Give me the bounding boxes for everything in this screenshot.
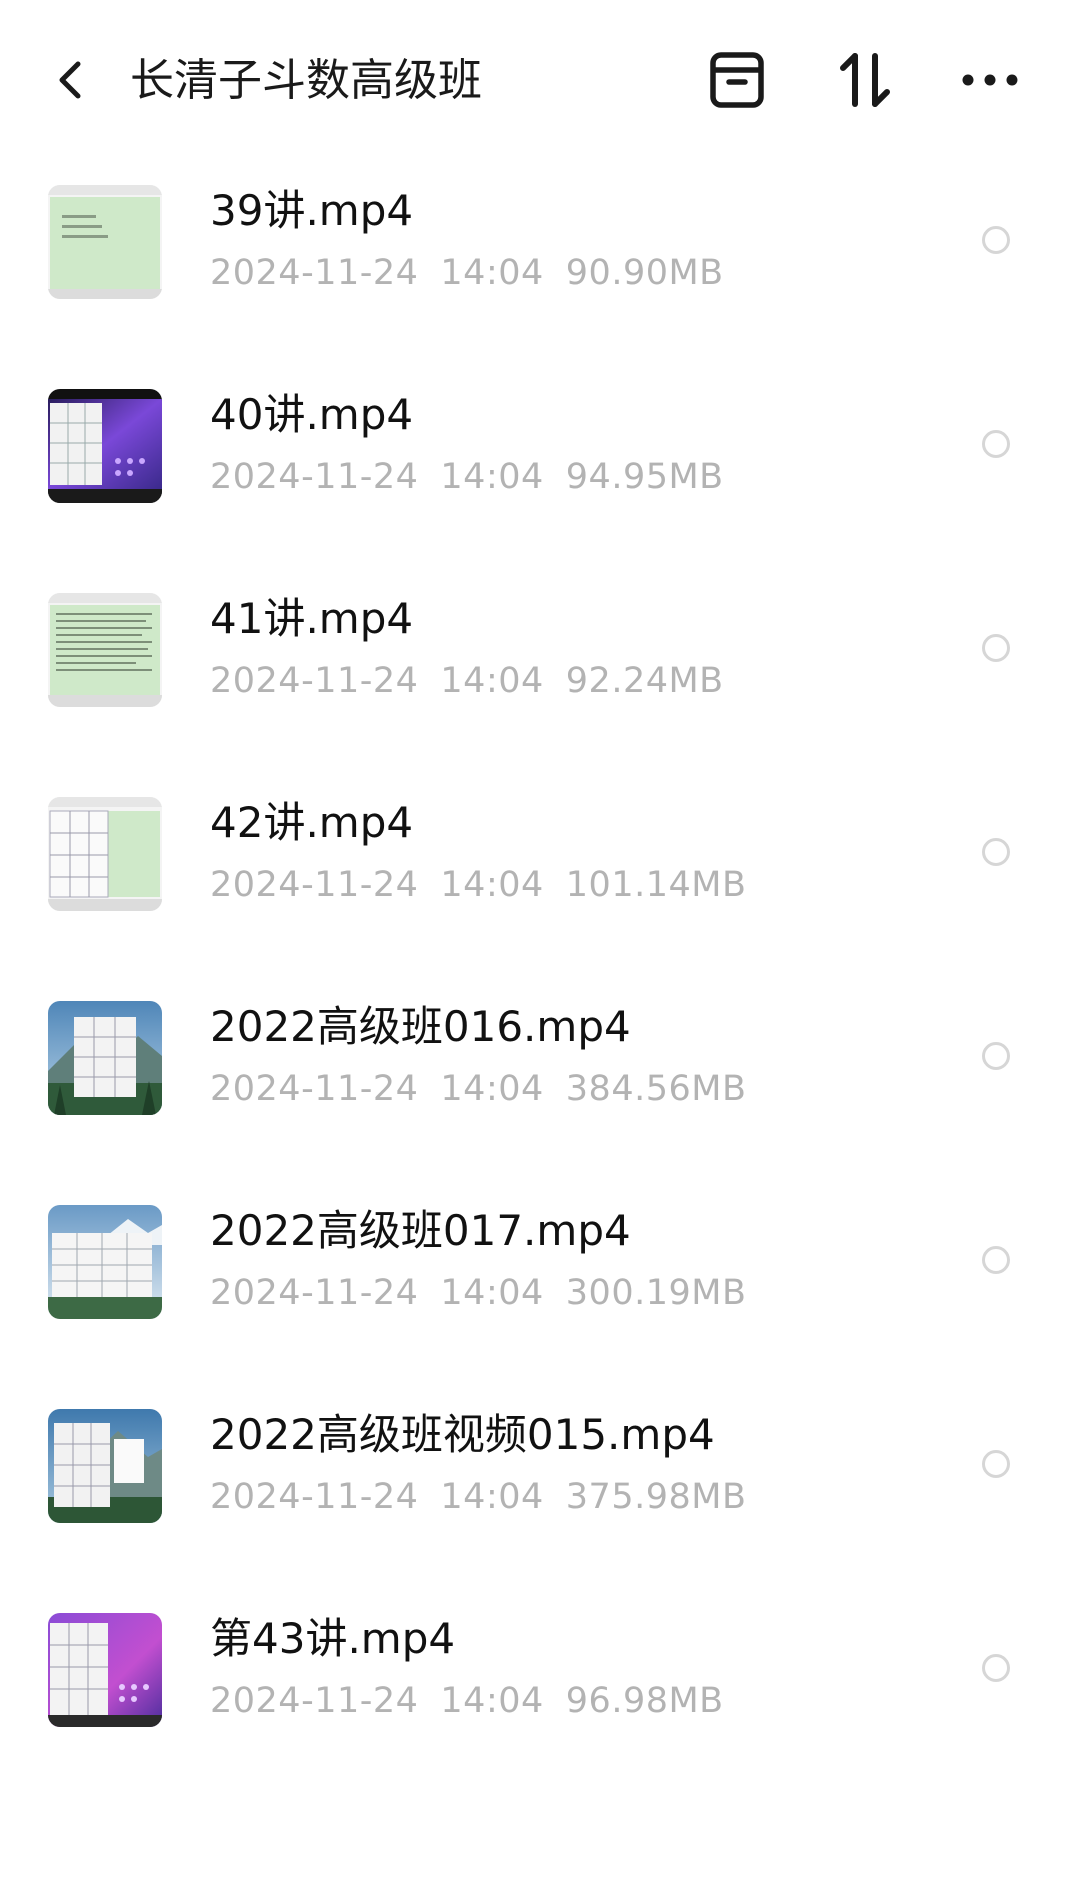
list-item[interactable]: 2022高级班视频015.mp4 2024-11-24 14:04 375.98MB — [0, 1389, 1080, 1593]
file-date: 2024-11-24 — [210, 1681, 419, 1721]
file-time: 14:04 — [440, 1273, 544, 1313]
list-item[interactable]: 39讲.mp4 2024-11-24 14:04 90.90MB — [0, 165, 1080, 369]
more-options-button[interactable] — [955, 45, 1025, 115]
file-time: 14:04 — [440, 1681, 544, 1721]
select-checkbox[interactable] — [982, 1042, 1010, 1070]
file-meta: 2024-11-24 14:04 90.90MB — [210, 250, 724, 296]
sort-arrows-icon — [840, 53, 890, 107]
select-checkbox[interactable] — [982, 1450, 1010, 1478]
select-checkbox[interactable] — [982, 838, 1010, 866]
file-meta: 2024-11-24 14:04 384.56MB — [210, 1066, 746, 1112]
video-thumbnail — [48, 1409, 162, 1523]
file-size: 94.95MB — [565, 457, 724, 497]
file-name: 2022高级班视频015.mp4 — [210, 1410, 715, 1459]
file-date: 2024-11-24 — [210, 1477, 419, 1517]
list-item[interactable]: 41讲.mp4 2024-11-24 14:04 92.24MB — [0, 573, 1080, 777]
chevron-left-icon — [59, 61, 81, 99]
archive-button[interactable] — [702, 45, 772, 115]
more-horizontal-icon — [962, 74, 1018, 86]
list-item[interactable]: 42讲.mp4 2024-11-24 14:04 101.14MB — [0, 777, 1080, 981]
list-item[interactable]: 40讲.mp4 2024-11-24 14:04 94.95MB — [0, 369, 1080, 573]
file-time: 14:04 — [440, 253, 544, 293]
file-date: 2024-11-24 — [210, 253, 419, 293]
video-thumbnail — [48, 389, 162, 503]
list-item[interactable]: 2022高级班017.mp4 2024-11-24 14:04 300.19MB — [0, 1185, 1080, 1389]
video-thumbnail — [48, 1001, 162, 1115]
file-date: 2024-11-24 — [210, 457, 419, 497]
video-thumbnail — [48, 593, 162, 707]
select-checkbox[interactable] — [982, 430, 1010, 458]
file-date: 2024-11-24 — [210, 661, 419, 701]
file-time: 14:04 — [440, 865, 544, 905]
file-name: 2022高级班017.mp4 — [210, 1206, 631, 1255]
file-date: 2024-11-24 — [210, 865, 419, 905]
file-time: 14:04 — [440, 457, 544, 497]
file-meta: 2024-11-24 14:04 92.24MB — [210, 658, 724, 704]
archive-box-icon — [710, 52, 764, 108]
file-date: 2024-11-24 — [210, 1273, 419, 1313]
file-name: 42讲.mp4 — [210, 798, 414, 847]
file-size: 96.98MB — [565, 1681, 724, 1721]
select-checkbox[interactable] — [982, 1246, 1010, 1274]
select-checkbox[interactable] — [982, 634, 1010, 662]
file-size: 384.56MB — [565, 1069, 747, 1109]
file-size: 92.24MB — [565, 661, 724, 701]
page-title: 长清子斗数高级班 — [130, 55, 482, 106]
file-date: 2024-11-24 — [210, 1069, 419, 1109]
file-list: 39讲.mp4 2024-11-24 14:04 90.90MB 40讲.mp4… — [0, 165, 1080, 1797]
file-time: 14:04 — [440, 1477, 544, 1517]
file-time: 14:04 — [440, 1069, 544, 1109]
file-meta: 2024-11-24 14:04 96.98MB — [210, 1678, 724, 1724]
file-name: 39讲.mp4 — [210, 186, 414, 235]
file-size: 90.90MB — [565, 253, 724, 293]
file-name: 40讲.mp4 — [210, 390, 414, 439]
file-meta: 2024-11-24 14:04 375.98MB — [210, 1474, 746, 1520]
file-size: 101.14MB — [565, 865, 747, 905]
file-name: 第43讲.mp4 — [210, 1614, 456, 1663]
list-item[interactable]: 第43讲.mp4 2024-11-24 14:04 96.98MB — [0, 1593, 1080, 1797]
file-time: 14:04 — [440, 661, 544, 701]
select-checkbox[interactable] — [982, 1654, 1010, 1682]
sort-button[interactable] — [830, 45, 900, 115]
top-app-bar: 长清子斗数高级班 — [0, 0, 1080, 165]
select-checkbox[interactable] — [982, 226, 1010, 254]
video-thumbnail — [48, 185, 162, 299]
file-meta: 2024-11-24 14:04 94.95MB — [210, 454, 724, 500]
list-item[interactable]: 2022高级班016.mp4 2024-11-24 14:04 384.56MB — [0, 981, 1080, 1185]
file-name: 41讲.mp4 — [210, 594, 414, 643]
video-thumbnail — [48, 1613, 162, 1727]
file-name: 2022高级班016.mp4 — [210, 1002, 631, 1051]
back-button[interactable] — [40, 50, 100, 110]
file-meta: 2024-11-24 14:04 101.14MB — [210, 862, 746, 908]
file-meta: 2024-11-24 14:04 300.19MB — [210, 1270, 746, 1316]
video-thumbnail — [48, 797, 162, 911]
file-size: 375.98MB — [565, 1477, 747, 1517]
video-thumbnail — [48, 1205, 162, 1319]
file-size: 300.19MB — [565, 1273, 747, 1313]
